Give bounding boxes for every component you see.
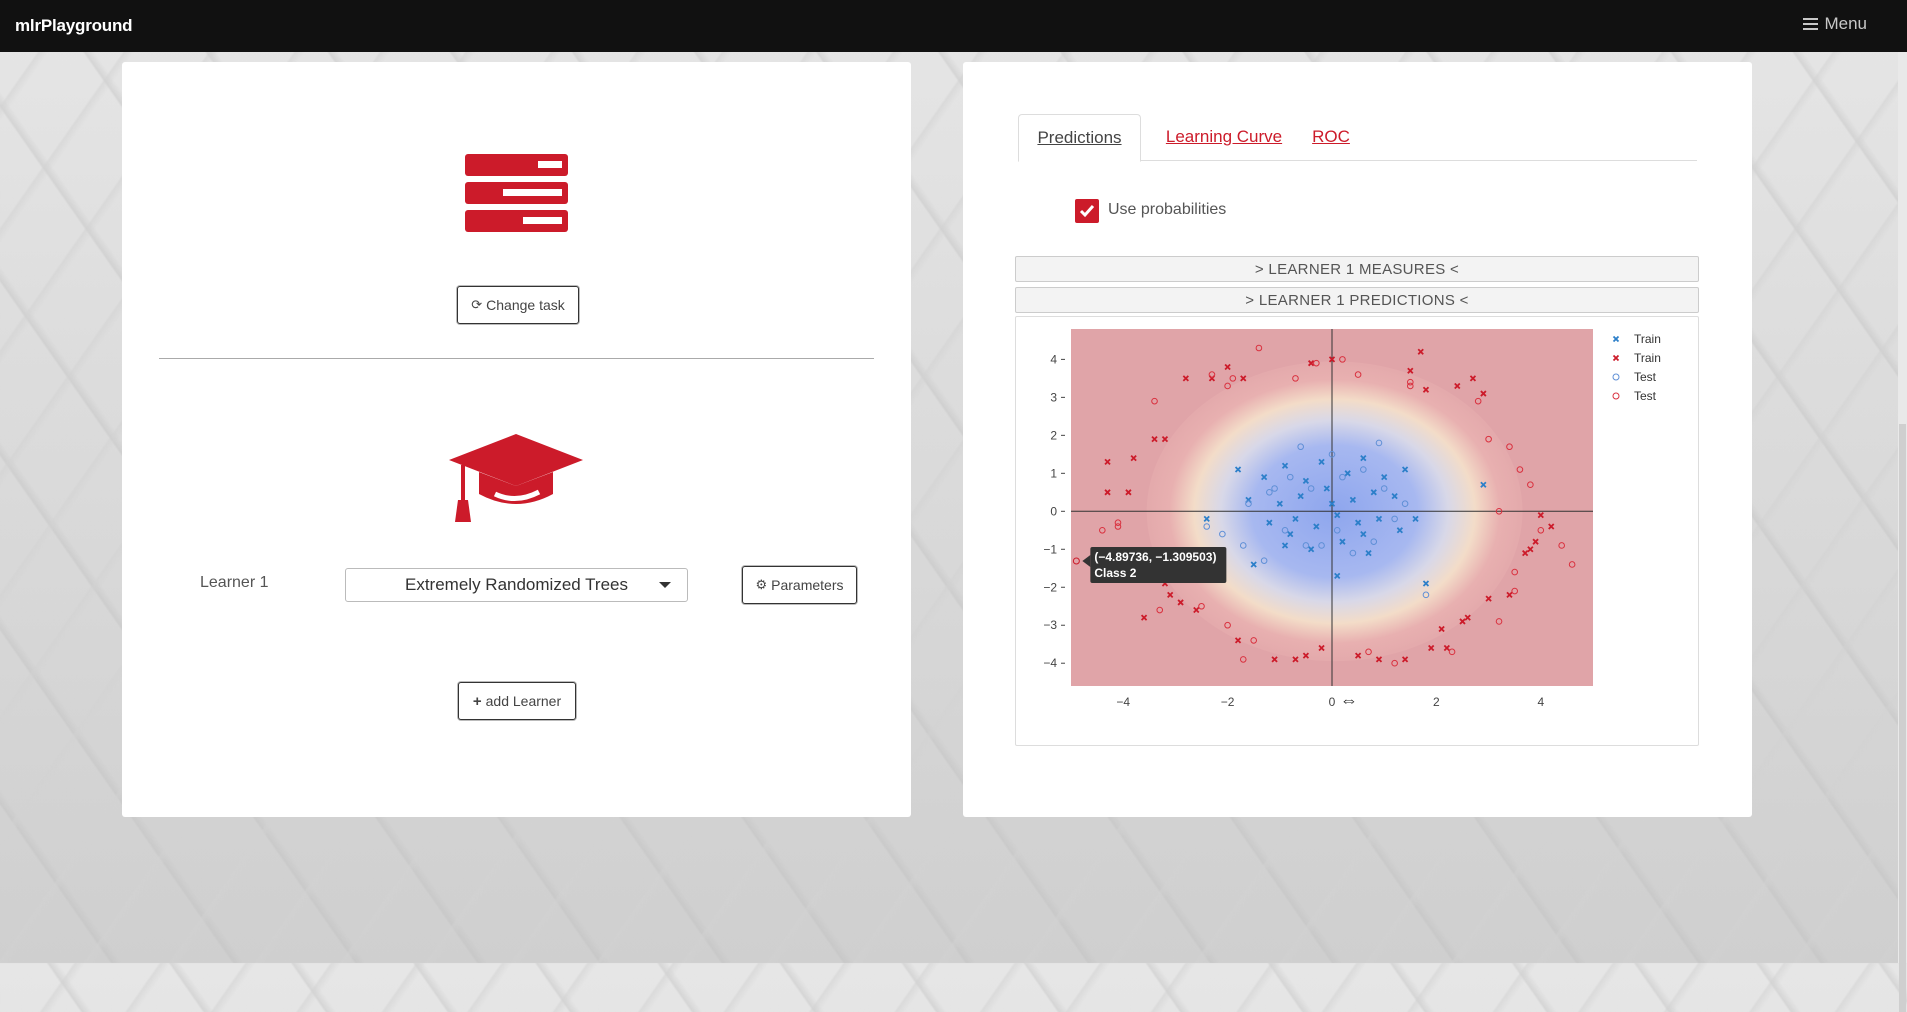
caret-down-icon bbox=[659, 582, 671, 588]
prediction-scatter-plot[interactable]: −4 −2 0 2 4 4 3 2 1 0 −1 −2 −3 −4 Train Train Test Test (−… bbox=[1016, 317, 1696, 743]
gear-icon: ⚙ bbox=[755, 577, 768, 592]
legend-label: Test bbox=[1634, 370, 1657, 384]
results-panel: Predictions Learning Curve ROC Use proba… bbox=[963, 62, 1752, 817]
legend-marker bbox=[1612, 354, 1620, 362]
app-brand[interactable]: mlrPlayground bbox=[15, 16, 133, 36]
y-tick-label: −1 bbox=[1043, 542, 1057, 556]
learner-1-select[interactable]: Extremely Randomized Trees bbox=[345, 568, 688, 602]
top-navbar: mlrPlayground Menu bbox=[0, 0, 1907, 52]
legend-marker bbox=[1612, 335, 1620, 343]
tab-roc[interactable]: ROC bbox=[1311, 114, 1351, 160]
parameters-button[interactable]: ⚙ Parameters bbox=[742, 566, 857, 604]
results-tabs: Predictions Learning Curve ROC bbox=[1018, 114, 1697, 162]
task-database-icon bbox=[465, 154, 568, 232]
add-learner-label: add Learner bbox=[485, 693, 562, 709]
x-tick-label: 0 bbox=[1329, 695, 1336, 709]
y-tick-label: 3 bbox=[1050, 390, 1057, 404]
y-tick-label: 0 bbox=[1050, 504, 1057, 518]
tab-learning-curve[interactable]: Learning Curve bbox=[1163, 114, 1285, 160]
parameters-label: Parameters bbox=[771, 577, 844, 593]
resize-cursor-icon: ⇔ bbox=[1340, 690, 1358, 710]
y-tick-label: −2 bbox=[1043, 580, 1057, 594]
page-scrollbar[interactable] bbox=[1898, 52, 1907, 1012]
y-tick-label: 2 bbox=[1050, 428, 1057, 442]
legend-label: Train bbox=[1634, 351, 1661, 365]
learner-1-predictions-toggle[interactable]: > LEARNER 1 PREDICTIONS < bbox=[1015, 287, 1699, 313]
tab-predictions[interactable]: Predictions bbox=[1018, 114, 1141, 162]
add-learner-button[interactable]: + add Learner bbox=[458, 682, 576, 720]
menu-button[interactable]: Menu bbox=[1803, 14, 1867, 34]
learner-1-measures-toggle[interactable]: > LEARNER 1 MEASURES < bbox=[1015, 256, 1699, 282]
section-divider bbox=[159, 358, 874, 359]
legend-label: Test bbox=[1634, 389, 1657, 403]
legend-marker bbox=[1612, 392, 1620, 400]
graduation-cap-icon bbox=[449, 434, 583, 522]
legend-label: Train bbox=[1634, 332, 1661, 346]
y-tick-label: −3 bbox=[1043, 618, 1057, 632]
y-tick-label: 1 bbox=[1050, 466, 1057, 480]
prediction-plot-container: −4 −2 0 2 4 4 3 2 1 0 −1 −2 −3 −4 Train Train Test Test (−… bbox=[1015, 316, 1699, 746]
x-tick-label: −4 bbox=[1116, 695, 1130, 709]
plus-icon: + bbox=[472, 692, 482, 710]
use-probabilities-checkbox[interactable] bbox=[1075, 199, 1099, 223]
checkmark-icon bbox=[1079, 205, 1095, 218]
task-learner-panel: ⟳ Change task Learner 1 Extremely Random… bbox=[122, 62, 911, 817]
hamburger-icon bbox=[1803, 15, 1819, 33]
use-probabilities-label: Use probabilities bbox=[1108, 201, 1227, 218]
change-task-button[interactable]: ⟳ Change task bbox=[457, 286, 579, 324]
x-tick-label: 2 bbox=[1433, 695, 1440, 709]
tooltip-coords: (−4.89736, −1.309503) bbox=[1094, 550, 1216, 564]
scrollbar-thumb[interactable] bbox=[1899, 424, 1906, 1012]
legend-marker bbox=[1612, 373, 1620, 381]
tooltip-class: Class 2 bbox=[1094, 566, 1136, 580]
learner-1-select-value: Extremely Randomized Trees bbox=[405, 575, 628, 594]
y-tick-label: −4 bbox=[1043, 656, 1057, 670]
learner-1-label: Learner 1 bbox=[200, 574, 269, 591]
change-task-label: Change task bbox=[486, 297, 565, 313]
menu-label: Menu bbox=[1824, 14, 1867, 33]
y-tick-label: 4 bbox=[1050, 352, 1057, 366]
x-tick-label: −2 bbox=[1221, 695, 1235, 709]
x-tick-label: 4 bbox=[1537, 695, 1544, 709]
refresh-icon: ⟳ bbox=[471, 297, 483, 312]
